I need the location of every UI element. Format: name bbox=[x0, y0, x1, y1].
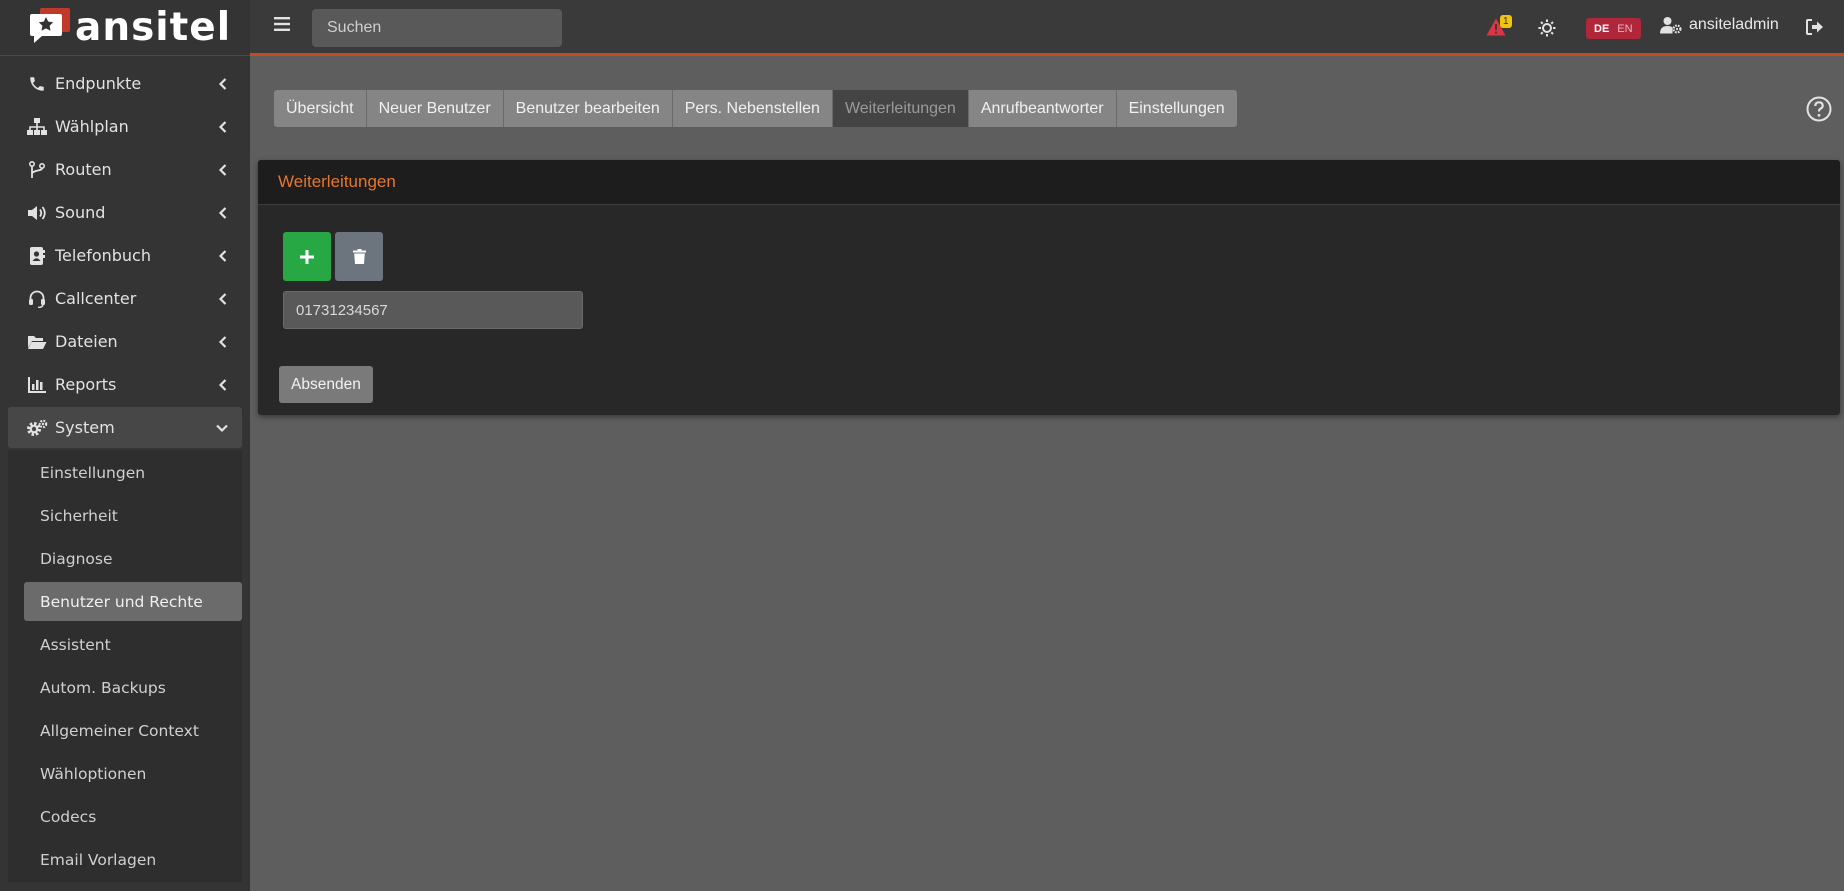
submenu-item-codecs[interactable]: Codecs bbox=[24, 797, 242, 836]
search-input[interactable] bbox=[312, 9, 562, 47]
sidebar-item-label: Wählplan bbox=[55, 117, 129, 136]
sitemap-icon bbox=[26, 117, 48, 137]
chevron-left-icon bbox=[218, 163, 228, 176]
lang-de[interactable]: DE bbox=[1590, 23, 1613, 35]
submenu-item-assistent[interactable]: Assistent bbox=[24, 625, 242, 664]
forward-number-input[interactable] bbox=[283, 291, 583, 329]
submenu-item-waehloptionen[interactable]: Wähloptionen bbox=[24, 754, 242, 793]
folder-open-icon bbox=[26, 332, 48, 352]
user-menu[interactable]: ansiteladmin bbox=[1660, 16, 1779, 34]
user-tabs: Übersicht Neuer Benutzer Benutzer bearbe… bbox=[274, 90, 1237, 127]
brand-name: ansitel bbox=[75, 5, 232, 50]
headset-icon bbox=[26, 289, 48, 309]
submenu-item-email-vorlagen[interactable]: Email Vorlagen bbox=[24, 840, 242, 879]
sidebar-item-sound[interactable]: Sound bbox=[8, 192, 242, 233]
sidebar-item-callcenter[interactable]: Callcenter bbox=[8, 278, 242, 319]
submenu-item-allgemeiner-context[interactable]: Allgemeiner Context bbox=[24, 711, 242, 750]
sidebar-item-label: Callcenter bbox=[55, 289, 137, 308]
theme-toggle-sun-icon[interactable] bbox=[1538, 19, 1556, 37]
submenu-item-benutzer-und-rechte[interactable]: Benutzer und Rechte bbox=[24, 582, 242, 621]
card-header: Weiterleitungen bbox=[258, 160, 1840, 205]
submenu-item-einstellungen[interactable]: Einstellungen bbox=[24, 453, 242, 492]
sidebar-item-routen[interactable]: Routen bbox=[8, 149, 242, 190]
plus-icon bbox=[300, 249, 314, 264]
user-cog-icon bbox=[1660, 17, 1682, 34]
help-circle-icon[interactable] bbox=[1806, 96, 1832, 122]
chart-bar-icon bbox=[26, 375, 48, 395]
logout-icon[interactable] bbox=[1806, 19, 1824, 37]
tab-anrufbeantworter[interactable]: Anrufbeantworter bbox=[968, 90, 1117, 127]
sidebar-item-reports[interactable]: Reports bbox=[8, 364, 242, 405]
chevron-left-icon bbox=[218, 206, 228, 219]
submenu-item-diagnose[interactable]: Diagnose bbox=[24, 539, 242, 578]
alert-count-badge: 1 bbox=[1500, 15, 1512, 28]
delete-forwarding-button[interactable] bbox=[335, 232, 383, 281]
language-switcher[interactable]: DE EN bbox=[1586, 18, 1641, 39]
phone-icon bbox=[26, 74, 48, 94]
sidebar-item-label: Telefonbuch bbox=[55, 246, 151, 265]
hamburger-menu-icon[interactable] bbox=[274, 17, 292, 33]
sidebar-item-label: Dateien bbox=[55, 332, 118, 351]
submenu-item-autom-backups[interactable]: Autom. Backups bbox=[24, 668, 242, 707]
sidebar-item-dateien[interactable]: Dateien bbox=[8, 321, 242, 362]
sidebar-item-endpunkte[interactable]: Endpunkte bbox=[8, 63, 242, 104]
brand[interactable]: ansitel bbox=[0, 0, 250, 56]
sidebar-item-waehlplan[interactable]: Wählplan bbox=[8, 106, 242, 147]
volume-icon bbox=[26, 203, 48, 223]
cogs-icon bbox=[26, 418, 48, 438]
alert-button[interactable]: 1 bbox=[1486, 15, 1512, 38]
sidebar-item-label: System bbox=[55, 418, 115, 437]
tab-benutzer-bearbeiten[interactable]: Benutzer bearbeiten bbox=[503, 90, 673, 127]
add-forwarding-button[interactable] bbox=[283, 232, 331, 281]
forwarding-card: Weiterleitungen Absenden bbox=[258, 160, 1840, 415]
chevron-left-icon bbox=[218, 120, 228, 133]
chevron-left-icon bbox=[218, 378, 228, 391]
tab-einstellungen[interactable]: Einstellungen bbox=[1116, 90, 1237, 127]
card-title: Weiterleitungen bbox=[278, 172, 396, 191]
ansitel-logo-icon bbox=[30, 7, 72, 48]
chevron-left-icon bbox=[218, 335, 228, 348]
route-icon bbox=[26, 160, 48, 180]
sidebar-item-telefonbuch[interactable]: Telefonbuch bbox=[8, 235, 242, 276]
sidebar-item-system[interactable]: System bbox=[8, 407, 242, 448]
tab-weiterleitungen[interactable]: Weiterleitungen bbox=[832, 90, 969, 127]
sidebar-item-label: Sound bbox=[55, 203, 106, 222]
lang-en[interactable]: EN bbox=[1613, 23, 1636, 35]
submenu-item-sicherheit[interactable]: Sicherheit bbox=[24, 496, 242, 535]
chevron-down-icon bbox=[216, 423, 228, 433]
sidebar-item-label: Endpunkte bbox=[55, 74, 142, 93]
sidebar-item-label: Routen bbox=[55, 160, 112, 179]
sidebar-item-label: Reports bbox=[55, 375, 117, 394]
topbar: 1 DE EN ansiteladmin bbox=[250, 0, 1844, 56]
tab-uebersicht[interactable]: Übersicht bbox=[274, 90, 367, 127]
tab-neuer-benutzer[interactable]: Neuer Benutzer bbox=[366, 90, 504, 127]
address-book-icon bbox=[26, 246, 48, 266]
tab-pers-nebenstellen[interactable]: Pers. Nebenstellen bbox=[672, 90, 833, 127]
chevron-left-icon bbox=[218, 77, 228, 90]
username: ansiteladmin bbox=[1689, 16, 1779, 33]
sidebar: ansitel Endpunkte Wählplan Routen Sound … bbox=[0, 0, 250, 891]
chevron-left-icon bbox=[218, 249, 228, 262]
submit-button[interactable]: Absenden bbox=[279, 366, 373, 403]
system-submenu: Einstellungen Sicherheit Diagnose Benutz… bbox=[8, 450, 242, 882]
chevron-left-icon bbox=[218, 292, 228, 305]
sidebar-nav: Endpunkte Wählplan Routen Sound Telefonb… bbox=[8, 63, 242, 882]
trash-icon bbox=[352, 249, 366, 264]
